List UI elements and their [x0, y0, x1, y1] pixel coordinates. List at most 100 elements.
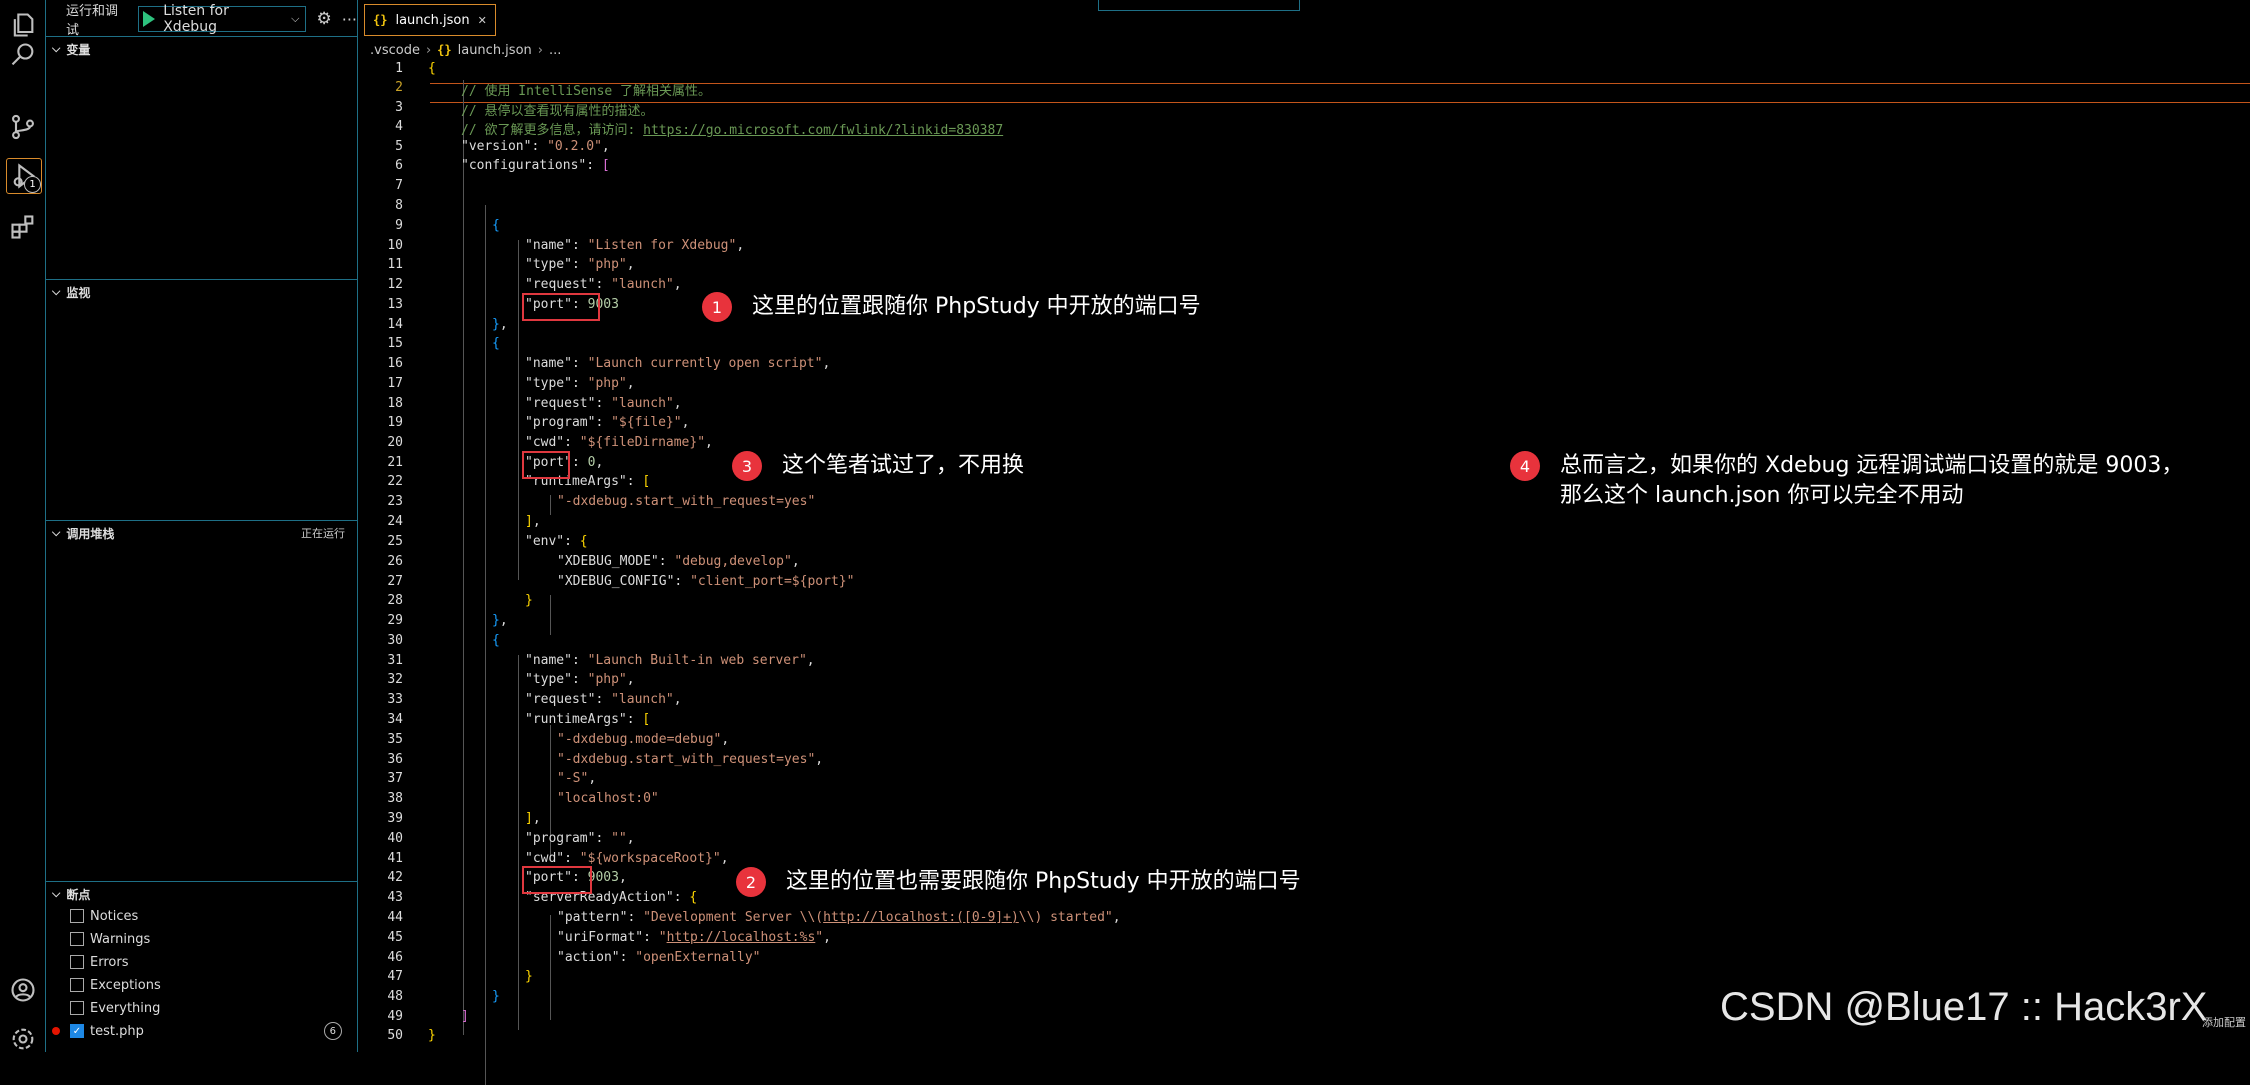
line-number: 28 [387, 593, 403, 608]
line-number: 25 [387, 534, 403, 549]
start-debugging-icon[interactable] [143, 11, 156, 27]
breakpoint-checkbox[interactable] [70, 932, 84, 946]
annotation-1: 1 这里的位置跟随你 PhpStudy 中开放的端口号 [702, 292, 1201, 322]
line-number: 19 [387, 415, 403, 430]
line-number: 29 [387, 613, 403, 628]
line-number: 9 [395, 218, 403, 233]
breakpoint-label: Everything [90, 1000, 161, 1016]
breakpoint-item-warnings[interactable]: Warnings [70, 928, 150, 950]
settings-gear-icon[interactable] [6, 1022, 40, 1056]
line-number: 27 [387, 574, 403, 589]
breadcrumb-item[interactable]: launch.json [458, 43, 532, 58]
breakpoint-label: Notices [90, 908, 139, 924]
breakpoint-label: test.php [90, 1023, 144, 1039]
variables-section-header[interactable]: ⌵ 变量 [46, 36, 357, 61]
line-number: 48 [387, 989, 403, 1004]
line-number: 37 [387, 771, 403, 786]
line-number: 47 [387, 969, 403, 984]
watch-section-header[interactable]: ⌵ 监视 [46, 279, 357, 304]
line-number: 4 [395, 119, 403, 134]
line-number: 24 [387, 514, 403, 529]
source-control-icon[interactable] [6, 110, 40, 144]
line-number: 2 [395, 80, 403, 95]
line-number: 30 [387, 633, 403, 648]
breakpoint-checkbox[interactable]: ✓ [70, 1024, 84, 1038]
line-number: 14 [387, 317, 403, 332]
run-debug-title: 运行和调试 [66, 4, 119, 38]
line-number: 40 [387, 831, 403, 846]
line-number: 1 [395, 61, 403, 76]
close-icon[interactable]: ✕ [478, 14, 487, 27]
code-editor[interactable]: 1 2 3 4 5 6 7 8 9 10 11 12 13 14 15 16 17 18 19 20 21 22 23 24 2… [358, 60, 2250, 1085]
line-number: 8 [395, 198, 403, 213]
line-number: 50 [387, 1028, 403, 1043]
search-icon[interactable] [6, 38, 40, 72]
tab-launch-json[interactable]: {} launch.json ✕ [364, 4, 496, 36]
annotation-text: 这里的位置跟随你 PhpStudy 中开放的端口号 [752, 294, 1201, 319]
line-number: 6 [395, 158, 403, 173]
chevron-down-icon: ⌵ [52, 42, 61, 55]
add-configuration-button[interactable]: 添加配置 [2202, 1014, 2246, 1030]
run-debug-icon[interactable]: 1 [6, 158, 42, 194]
line-number: 45 [387, 930, 403, 945]
breakpoint-checkbox[interactable] [70, 1001, 84, 1015]
extensions-icon[interactable] [6, 210, 40, 244]
breakpoint-label: Exceptions [90, 977, 161, 993]
gear-icon[interactable]: ⚙ [316, 9, 331, 29]
port-highlight-box [522, 451, 570, 479]
breadcrumb-item[interactable]: ... [549, 43, 561, 58]
breakpoints-section-header[interactable]: ⌵ 断点 [46, 881, 357, 906]
line-number: 7 [395, 178, 403, 193]
breakpoint-item-test-php[interactable]: ✓ test.php 6 [52, 1020, 342, 1042]
breakpoint-checkbox[interactable] [70, 909, 84, 923]
run-debug-sidebar: 运行和调试 Listen for Xdebug ⌵ ⚙ ··· ⌵ 变量 ⌵ 监… [46, 0, 358, 1052]
account-icon[interactable] [6, 973, 40, 1007]
more-actions-icon[interactable]: ··· [342, 10, 357, 29]
debug-config-select[interactable]: Listen for Xdebug ⌵ [138, 3, 307, 35]
explorer-icon[interactable] [6, 8, 40, 42]
line-number: 10 [387, 238, 403, 253]
line-number: 34 [387, 712, 403, 727]
line-number: 44 [387, 910, 403, 925]
line-number: 26 [387, 554, 403, 569]
callstack-section-title: 调用堆栈 [66, 526, 115, 541]
annotation-number: 3 [732, 451, 762, 481]
chevron-down-icon: ⌵ [52, 887, 61, 900]
line-number: 13 [387, 297, 403, 312]
line-number: 43 [387, 890, 403, 905]
breakpoint-item-exceptions[interactable]: Exceptions [70, 974, 161, 996]
breakpoint-dot-icon [52, 1027, 60, 1035]
line-number: 39 [387, 811, 403, 826]
breakpoint-checkbox[interactable] [70, 978, 84, 992]
breadcrumb-item[interactable]: .vscode [370, 43, 420, 58]
json-file-icon: {} [373, 13, 388, 27]
breakpoint-item-errors[interactable]: Errors [70, 951, 128, 973]
port-highlight-box [522, 866, 592, 894]
chevron-right-icon: › [537, 42, 543, 58]
breakpoint-checkbox[interactable] [70, 955, 84, 969]
line-number: 38 [387, 791, 403, 806]
breadcrumb: .vscode › {} launch.json › ... [370, 40, 561, 60]
json-file-icon: {} [437, 43, 452, 57]
breakpoint-item-notices[interactable]: Notices [70, 905, 138, 927]
activity-bar: 1 [0, 0, 46, 1052]
line-number: 32 [387, 672, 403, 687]
debug-toolbar[interactable] [1098, 0, 1300, 11]
breakpoint-label: Errors [90, 954, 129, 970]
line-number: 23 [387, 494, 403, 509]
variables-section-title: 变量 [66, 42, 91, 57]
breakpoint-count-badge: 6 [323, 1022, 342, 1040]
line-number: 5 [395, 139, 403, 154]
line-number: 18 [387, 396, 403, 411]
line-number: 21 [387, 455, 403, 470]
editor-tabs: {} launch.json ✕ [358, 0, 2250, 38]
line-number: 41 [387, 851, 403, 866]
breakpoint-label: Warnings [90, 931, 151, 947]
watch-section-title: 监视 [66, 285, 91, 300]
annotation-text: 这个笔者试过了，不用换 [782, 453, 1025, 478]
annotation-4: 4 总而言之，如果你的 Xdebug 远程调试端口设置的就是 9003， 那么这… [1510, 451, 2183, 511]
callstack-section-header[interactable]: ⌵ 调用堆栈 正在运行 [46, 520, 357, 545]
annotation-2: 2 这里的位置也需要跟随你 PhpStudy 中开放的端口号 [736, 867, 1301, 897]
line-number: 15 [387, 336, 403, 351]
breakpoint-item-everything[interactable]: Everything [70, 997, 160, 1019]
